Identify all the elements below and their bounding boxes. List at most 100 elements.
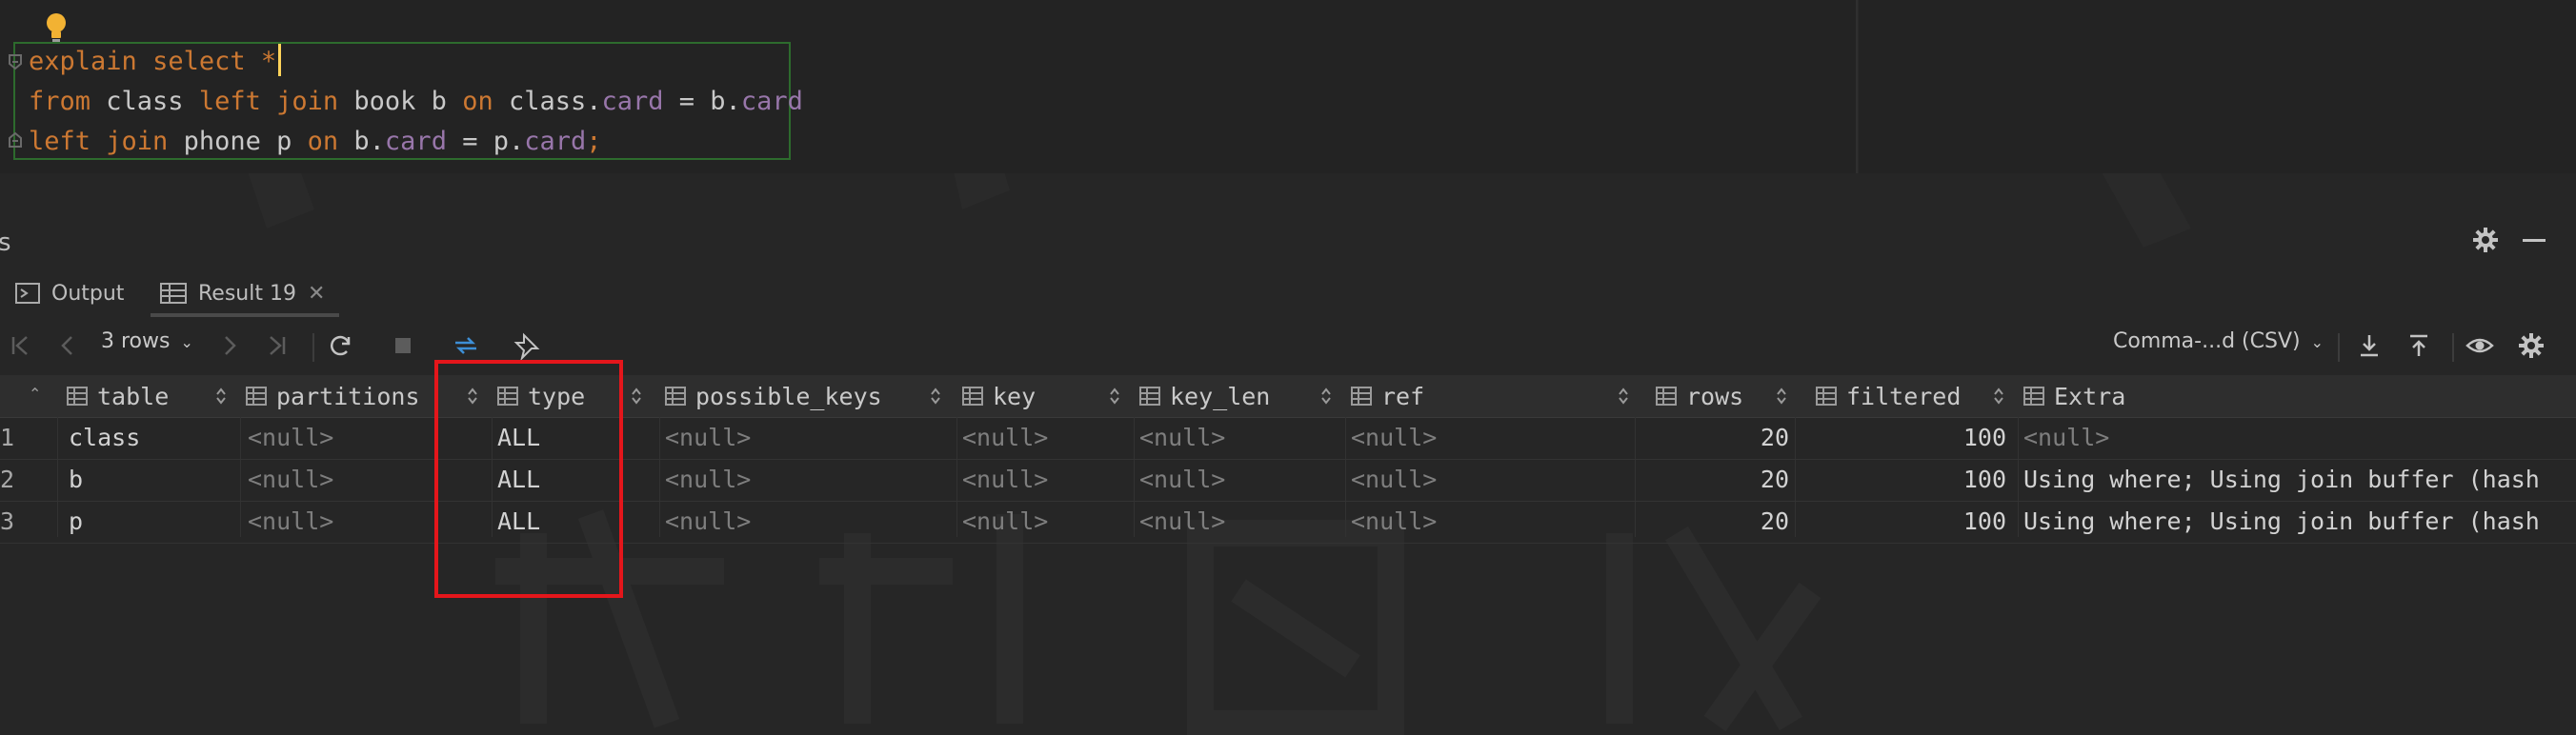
panel-title: s	[0, 228, 11, 257]
result-tabs: Output Result 19 ✕	[0, 270, 2576, 316]
column-header-extra[interactable]: Extra	[2023, 375, 2125, 417]
row-number[interactable]: 1	[0, 417, 14, 459]
tab-output[interactable]: Output	[15, 270, 124, 316]
column-header-key[interactable]: key	[962, 375, 1036, 417]
code-token: *	[260, 47, 277, 76]
table-cell[interactable]: <null>	[962, 417, 1048, 459]
column-header-label: table	[97, 382, 170, 410]
column-header-key-len[interactable]: key_len	[1139, 375, 1270, 417]
sql-editor[interactable]: explain select * from class left join bo…	[0, 0, 2576, 173]
rows-selector-label: 3 rows	[101, 329, 171, 353]
column-header-ref[interactable]: ref	[1351, 375, 1424, 417]
table-cell[interactable]: <null>	[665, 459, 751, 501]
table-cell[interactable]: <null>	[1351, 459, 1437, 501]
fold-start-icon[interactable]	[8, 53, 23, 70]
table-cell[interactable]: <null>	[665, 417, 751, 459]
table-cell[interactable]: 20	[1656, 501, 1789, 543]
sort-icon[interactable]	[1776, 385, 1787, 407]
code-token: = p.	[446, 127, 525, 156]
tab-result[interactable]: Result 19 ✕	[160, 270, 325, 316]
column-header-table[interactable]: table	[67, 375, 169, 417]
table-cell[interactable]: <null>	[2023, 417, 2109, 459]
column-header-filtered[interactable]: filtered	[1816, 375, 1961, 417]
table-cell[interactable]: b	[69, 459, 83, 501]
last-page-icon[interactable]	[263, 331, 292, 360]
table-cell[interactable]: p	[69, 501, 83, 543]
eye-icon[interactable]	[2465, 331, 2494, 360]
table-cell[interactable]: <null>	[248, 459, 333, 501]
gear-icon[interactable]	[2471, 226, 2500, 254]
sort-icon[interactable]	[1320, 385, 1332, 407]
table-cell[interactable]: <null>	[1139, 417, 1225, 459]
fold-end-icon[interactable]	[8, 131, 23, 149]
table-row[interactable]: 2 b <null> ALL <null> <null> <null> <null> 20 100…	[0, 459, 2576, 502]
sort-icon[interactable]	[930, 385, 941, 407]
export-format-selector[interactable]: Comma-...d (CSV) ⌄	[2113, 329, 2324, 353]
table-cell[interactable]: <null>	[665, 501, 751, 543]
table-cell[interactable]: <null>	[248, 501, 333, 543]
table-cell[interactable]: 100	[1816, 501, 2006, 543]
first-page-icon[interactable]	[6, 331, 34, 360]
tab-output-label: Output	[51, 281, 125, 306]
next-page-icon[interactable]	[215, 331, 244, 360]
table-cell[interactable]: <null>	[1351, 417, 1437, 459]
previous-page-icon[interactable]	[53, 331, 82, 360]
text-caret	[278, 44, 282, 76]
column-icon	[1351, 387, 1372, 406]
stop-icon[interactable]	[389, 331, 417, 360]
column-header-possible-keys[interactable]: possible_keys	[665, 375, 882, 417]
sort-icon[interactable]	[1993, 385, 2004, 407]
code-token: b.	[338, 127, 385, 156]
result-grid[interactable]: ⌃ table partitions type possible_keys key key…	[0, 375, 2576, 544]
column-header-rows[interactable]: rows	[1656, 375, 1743, 417]
settings-icon[interactable]	[2517, 331, 2546, 360]
code-token: on	[462, 87, 493, 116]
close-icon[interactable]: ✕	[308, 282, 325, 306]
column-header-label: possible_keys	[695, 382, 882, 410]
sort-icon[interactable]	[215, 385, 227, 407]
tab-result-label: Result 19	[198, 281, 296, 306]
sort-icon[interactable]	[1109, 385, 1120, 407]
table-cell[interactable]: 100	[1816, 417, 2006, 459]
table-cell[interactable]: 20	[1656, 459, 1789, 501]
toolbar-separator	[2338, 333, 2340, 362]
column-header-label: key	[993, 382, 1036, 410]
table-cell[interactable]: 100	[1816, 459, 2006, 501]
code-line-1[interactable]: explain select *	[29, 43, 282, 81]
sort-icon[interactable]	[631, 385, 642, 407]
table-cell[interactable]: class	[69, 417, 140, 459]
table-cell[interactable]: <null>	[1351, 501, 1437, 543]
minimize-icon[interactable]	[2523, 239, 2546, 242]
upload-icon[interactable]	[2405, 331, 2433, 360]
code-token: card	[524, 127, 587, 156]
table-row[interactable]: 3 p <null> ALL <null> <null> <null> <null> 20 100…	[0, 501, 2576, 544]
code-token: explain	[29, 47, 137, 76]
table-cell[interactable]: <null>	[248, 417, 333, 459]
table-cell[interactable]: Using where; Using join buffer (hash	[2023, 501, 2540, 543]
table-cell[interactable]: <null>	[962, 501, 1048, 543]
table-cell[interactable]: Using where; Using join buffer (hash	[2023, 459, 2540, 501]
table-cell[interactable]: <null>	[962, 459, 1048, 501]
column-header-partitions[interactable]: partitions	[246, 375, 420, 417]
rows-selector[interactable]: 3 rows ⌄	[101, 329, 193, 353]
table-cell[interactable]: 20	[1656, 417, 1789, 459]
code-line-2[interactable]: from class left join book b on class.car…	[29, 83, 803, 121]
compare-icon[interactable]	[452, 331, 480, 360]
table-cell[interactable]: <null>	[1139, 459, 1225, 501]
code-token: = b.	[663, 87, 741, 116]
pin-icon[interactable]	[513, 331, 541, 360]
code-line-3[interactable]: left join phone p on b.card = p.card;	[29, 123, 602, 161]
column-header-label: filtered	[1846, 382, 1962, 410]
column-header-label: key_len	[1170, 382, 1271, 410]
row-number[interactable]: 3	[0, 501, 14, 543]
lightbulb-icon[interactable]	[42, 11, 70, 44]
code-token: on	[307, 127, 339, 156]
sort-icon[interactable]	[1618, 385, 1629, 407]
code-token: ;	[586, 127, 602, 156]
table-cell[interactable]: <null>	[1139, 501, 1225, 543]
download-icon[interactable]	[2355, 331, 2384, 360]
refresh-icon[interactable]	[326, 331, 354, 360]
table-row[interactable]: 1 class <null> ALL <null> <null> <null> <null> 2…	[0, 417, 2576, 460]
row-number[interactable]: 2	[0, 459, 14, 501]
